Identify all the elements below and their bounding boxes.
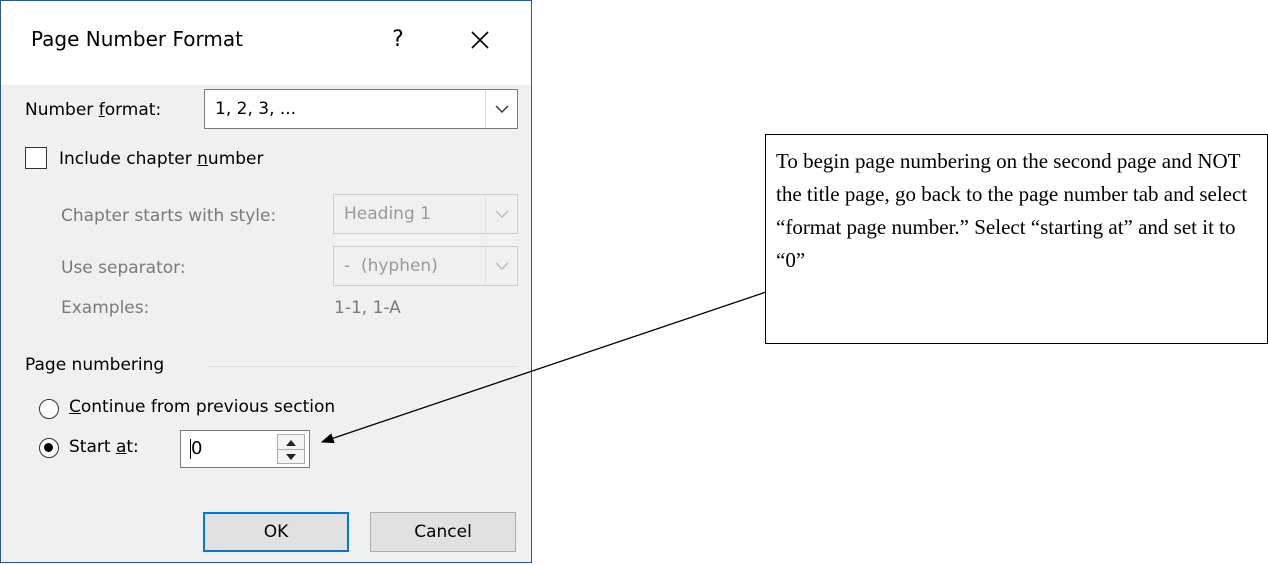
instruction-callout: To begin page numbering on the second pa…	[765, 134, 1268, 344]
